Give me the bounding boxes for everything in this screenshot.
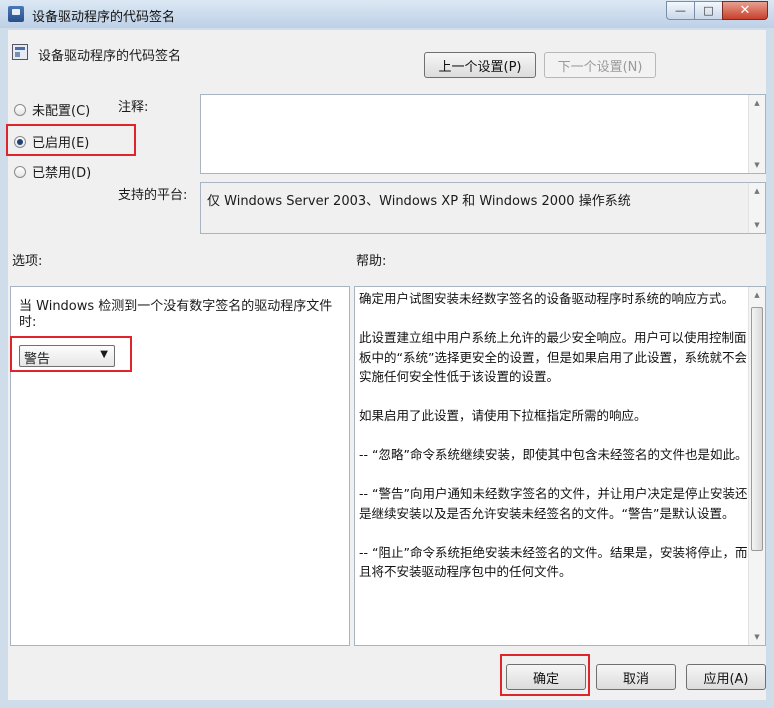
window-title: 设备驱动程序的代码签名 — [32, 10, 176, 25]
options-label: 选项: — [12, 254, 43, 269]
radio-circle[interactable] — [14, 135, 26, 148]
radio-not-configured[interactable]: 未配置(C) — [14, 100, 90, 119]
setting-icon — [12, 44, 28, 60]
help-paragraph: 如果启用了此设置，请使用下拉框指定所需的响应。 — [359, 408, 647, 423]
help-label: 帮助: — [356, 254, 387, 269]
scroll-down-icon[interactable]: ▼ — [749, 157, 765, 173]
help-paragraph: -- “警告”向用户通知未经数字签名的文件，并让用户决定是停止安装还是继续安装以… — [359, 486, 748, 521]
scroll-up-icon[interactable]: ▲ — [749, 183, 765, 199]
help-panel: 确定用户试图安装未经数字签名的设备驱动程序时系统的响应方式。此设置建立组中用户系… — [354, 286, 766, 646]
options-panel: 当 Windows 检测到一个没有数字签名的驱动程序文件时: 警告 ▼ — [10, 286, 350, 646]
help-scrollbar[interactable]: ▲ ▼ — [748, 287, 765, 645]
help-paragraph: -- “忽略”命令系统继续安装，即使其中包含未经签名的文件也是如此。 — [359, 447, 748, 462]
radio-circle[interactable] — [14, 103, 26, 116]
comment-label: 注释: — [118, 100, 149, 115]
scroll-down-icon[interactable]: ▼ — [749, 217, 765, 233]
help-text: 确定用户试图安装未经数字签名的设备驱动程序时系统的响应方式。此设置建立组中用户系… — [359, 289, 753, 601]
setting-title: 设备驱动程序的代码签名 — [38, 49, 182, 64]
platform-value: 仅 Windows Server 2003、Windows XP 和 Windo… — [207, 194, 631, 209]
close-button[interactable]: ✕ — [722, 1, 768, 20]
scroll-down-icon[interactable]: ▼ — [749, 629, 765, 645]
scrollbar-thumb[interactable] — [751, 307, 763, 551]
previous-setting-button[interactable]: 上一个设置(P) — [424, 52, 536, 78]
help-paragraph: -- “阻止”命令系统拒绝安装未经签名的文件。结果是，安装将停止，而且将不安装驱… — [359, 544, 748, 580]
platform-scrollbar[interactable]: ▲ ▼ — [748, 183, 765, 233]
radio-enabled[interactable]: 已启用(E) — [14, 132, 89, 151]
dialog-client-area: 设备驱动程序的代码签名 上一个设置(P) 下一个设置(N) 未配置(C) 已启用… — [6, 30, 766, 700]
scroll-up-icon[interactable]: ▲ — [749, 95, 765, 111]
platform-label: 支持的平台: — [118, 188, 188, 203]
radio-circle[interactable] — [14, 165, 26, 178]
dropdown-value: 警告 — [24, 352, 51, 367]
scroll-up-icon[interactable]: ▲ — [749, 287, 765, 303]
radio-label: 未配置(C) — [32, 104, 91, 119]
radio-label: 已启用(E) — [32, 136, 90, 151]
comment-textarea[interactable]: ▲ ▼ — [200, 94, 766, 174]
radio-disabled[interactable]: 已禁用(D) — [14, 162, 91, 181]
title-bar[interactable]: 设备驱动程序的代码签名 — □ ✕ — [0, 0, 774, 28]
ok-button[interactable]: 确定 — [506, 664, 586, 690]
dialog-window: 设备驱动程序的代码签名 — □ ✕ 设备驱动程序的代码签名 上一个设置(P) 下… — [0, 0, 774, 708]
apply-button[interactable]: 应用(A) — [686, 664, 766, 690]
caption-buttons: — □ ✕ — [666, 1, 768, 20]
platform-field: 仅 Windows Server 2003、Windows XP 和 Windo… — [200, 182, 766, 234]
next-setting-button[interactable]: 下一个设置(N) — [544, 52, 656, 78]
policy-app-icon — [8, 6, 24, 22]
maximize-button[interactable]: □ — [694, 1, 722, 20]
radio-label: 已禁用(D) — [32, 166, 92, 181]
options-prompt: 当 Windows 检测到一个没有数字签名的驱动程序文件时: — [19, 299, 333, 330]
help-paragraph: 此设置建立组中用户系统上允许的最少安全响应。用户可以使用控制面板中的“系统”选择… — [359, 330, 747, 384]
response-dropdown[interactable]: 警告 ▼ — [19, 345, 115, 367]
comment-scrollbar[interactable]: ▲ ▼ — [748, 95, 765, 173]
dropdown-arrow-icon[interactable]: ▼ — [100, 349, 108, 360]
cancel-button[interactable]: 取消 — [596, 664, 676, 690]
help-paragraph: 确定用户试图安装未经数字签名的设备驱动程序时系统的响应方式。 — [359, 291, 735, 306]
minimize-button[interactable]: — — [666, 1, 694, 20]
